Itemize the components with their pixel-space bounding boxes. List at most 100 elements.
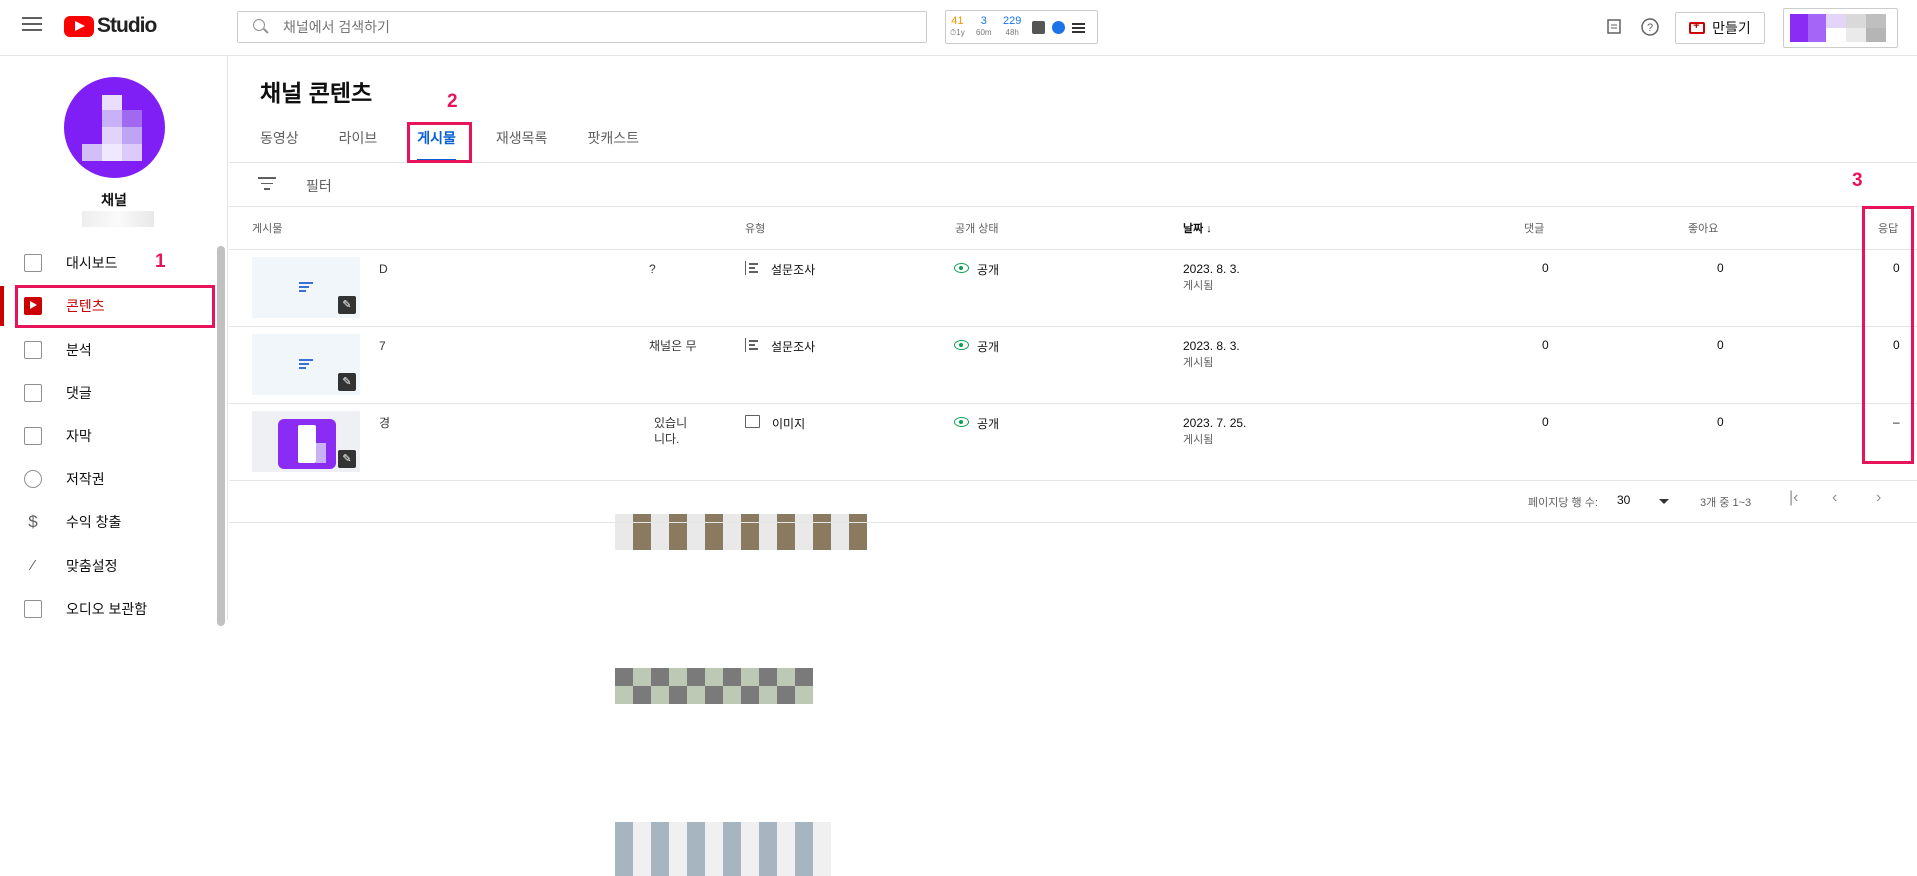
column-header-date[interactable]: 날짜 ↓: [1183, 220, 1212, 236]
mosaic-cell: [777, 668, 795, 686]
redacted-text-mosaic: [615, 822, 885, 876]
rows-per-page-select[interactable]: 30: [1617, 493, 1630, 507]
extension-stats-widget[interactable]: 41 ⏱1y 3 60m 229 48h: [945, 10, 1098, 44]
row-divider: [229, 480, 1917, 481]
post-thumbnail[interactable]: ✎: [252, 411, 360, 472]
copyright-icon: [24, 470, 42, 488]
highlight-box-content: [15, 285, 215, 328]
filter-icon[interactable]: [258, 177, 276, 191]
post-type: 설문조사: [745, 338, 815, 355]
sidebar-item-monetization[interactable]: $ 수익 창출: [0, 502, 220, 542]
ext-menu-icon[interactable]: [1072, 21, 1085, 34]
mosaic-cell: [795, 840, 813, 858]
image-type-icon: [745, 415, 760, 428]
channel-avatar[interactable]: [64, 77, 165, 178]
edit-icon[interactable]: ✎: [338, 450, 356, 468]
image-thumbnail: [278, 419, 336, 469]
analytics-icon: [24, 341, 42, 359]
visibility-status[interactable]: 공개: [954, 338, 999, 355]
search-input[interactable]: [283, 19, 883, 35]
mosaic-cell: [759, 514, 777, 532]
menu-icon[interactable]: [22, 17, 42, 33]
chevron-down-icon[interactable]: [1659, 499, 1669, 504]
post-date: 2023. 8. 3. 게시됨: [1183, 339, 1240, 369]
sidebar-item-copyright[interactable]: 저작권: [0, 459, 220, 499]
ext-chart-icon[interactable]: [1032, 21, 1045, 34]
logo-text: Studio: [97, 14, 157, 37]
table-row[interactable]: ✎ 경 있습니 니다. 이미지 공개 2023. 7. 25. 게시됨 0 0 …: [229, 403, 1917, 876]
mosaic-cell: [777, 532, 795, 550]
sidebar-item-label: 자막: [66, 428, 92, 444]
help-icon[interactable]: ?: [1640, 17, 1660, 37]
mosaic-cell: [615, 668, 633, 686]
post-type: 설문조사: [745, 261, 815, 278]
post-thumbnail[interactable]: ✎: [252, 257, 360, 318]
column-header-comments[interactable]: 댓글: [1524, 220, 1544, 236]
tab-podcasts[interactable]: 팟캐스트: [587, 128, 639, 162]
mosaic-cell: [615, 858, 633, 876]
mosaic-cell: [795, 532, 813, 550]
tab-playlists[interactable]: 재생목록: [496, 128, 548, 162]
annotation-3: 3: [1852, 170, 1863, 191]
highlight-box-responses: [1862, 206, 1914, 464]
post-text[interactable]: 경 있습니 니다.: [379, 415, 709, 446]
sidebar-item-analytics[interactable]: 분석: [0, 330, 220, 370]
tab-live[interactable]: 라이브: [339, 128, 378, 162]
sidebar-item-dashboard[interactable]: 대시보드: [0, 243, 220, 283]
ext-play-icon[interactable]: [1052, 21, 1065, 34]
mosaic-cell: [795, 822, 813, 840]
comments-icon: [24, 384, 42, 402]
eye-icon: [954, 340, 969, 350]
youtube-studio-logo[interactable]: Studio: [64, 14, 157, 38]
mosaic-cell: [813, 840, 831, 858]
search-icon: [253, 19, 269, 35]
create-button[interactable]: 만들기: [1675, 12, 1765, 44]
sidebar-item-customization[interactable]: ⁄ 맞춤설정: [0, 546, 220, 586]
pager-divider: [229, 522, 1917, 523]
mosaic-cell: [795, 514, 813, 532]
column-header-type: 유형: [745, 223, 766, 235]
column-header-likes[interactable]: 좋아요: [1688, 220, 1718, 236]
ext-stat-2: 3 60m: [976, 15, 992, 37]
column-header-visibility: 공개 상태: [955, 223, 999, 235]
sidebar-item-subtitles[interactable]: 자막: [0, 416, 220, 456]
mosaic-cell: [759, 668, 777, 686]
tab-videos[interactable]: 동영상: [260, 128, 299, 162]
mosaic-cell: [651, 514, 669, 532]
post-thumbnail[interactable]: ✎: [252, 334, 360, 395]
mosaic-cell: [687, 668, 705, 686]
redacted-text-mosaic: [615, 514, 885, 550]
sidebar-item-comments[interactable]: 댓글: [0, 373, 220, 413]
mosaic-cell: [669, 686, 687, 704]
first-page-icon[interactable]: |‹: [1789, 489, 1798, 507]
sidebar-item-label: 저작권: [66, 471, 105, 487]
sidebar-scrollbar[interactable]: [217, 246, 225, 626]
edit-icon[interactable]: ✎: [338, 373, 356, 391]
visibility-status[interactable]: 공개: [954, 261, 999, 278]
mosaic-cell: [669, 514, 687, 532]
mosaic-cell: [723, 686, 741, 704]
page-title: 채널 콘텐츠: [260, 80, 373, 106]
prev-page-icon[interactable]: ‹: [1832, 489, 1837, 507]
account-avatar[interactable]: [1783, 8, 1898, 48]
mosaic-cell: [651, 822, 669, 840]
post-text[interactable]: 7 채널은 무: [379, 338, 709, 354]
sidebar-item-label: 오디오 보관함: [66, 601, 148, 617]
next-page-icon[interactable]: ›: [1876, 489, 1881, 507]
feedback-icon[interactable]: [1605, 17, 1625, 37]
post-text[interactable]: D ?: [379, 261, 709, 277]
rows-per-page-label: 페이지당 행 수:: [1528, 497, 1598, 509]
filter-input[interactable]: 필터: [306, 176, 332, 196]
mosaic-cell: [615, 686, 633, 704]
table-row[interactable]: ✎ 7 채널은 무 설문조사 공개 2023. 8. 3. 게시됨 0 0 0: [229, 326, 1917, 704]
table-row[interactable]: ✎ D ? 설문조사 공개 2023. 8. 3. 게시됨 0 0 0: [229, 249, 1917, 550]
mosaic-cell: [705, 514, 723, 532]
filter-divider: [229, 206, 1917, 207]
mosaic-cell: [777, 840, 795, 858]
sidebar-item-audio-library[interactable]: 오디오 보관함: [0, 589, 220, 629]
visibility-status[interactable]: 공개: [954, 415, 999, 432]
mosaic-cell: [633, 514, 651, 532]
mosaic-cell: [795, 686, 813, 704]
search-bar[interactable]: [237, 11, 927, 43]
edit-icon[interactable]: ✎: [338, 296, 356, 314]
